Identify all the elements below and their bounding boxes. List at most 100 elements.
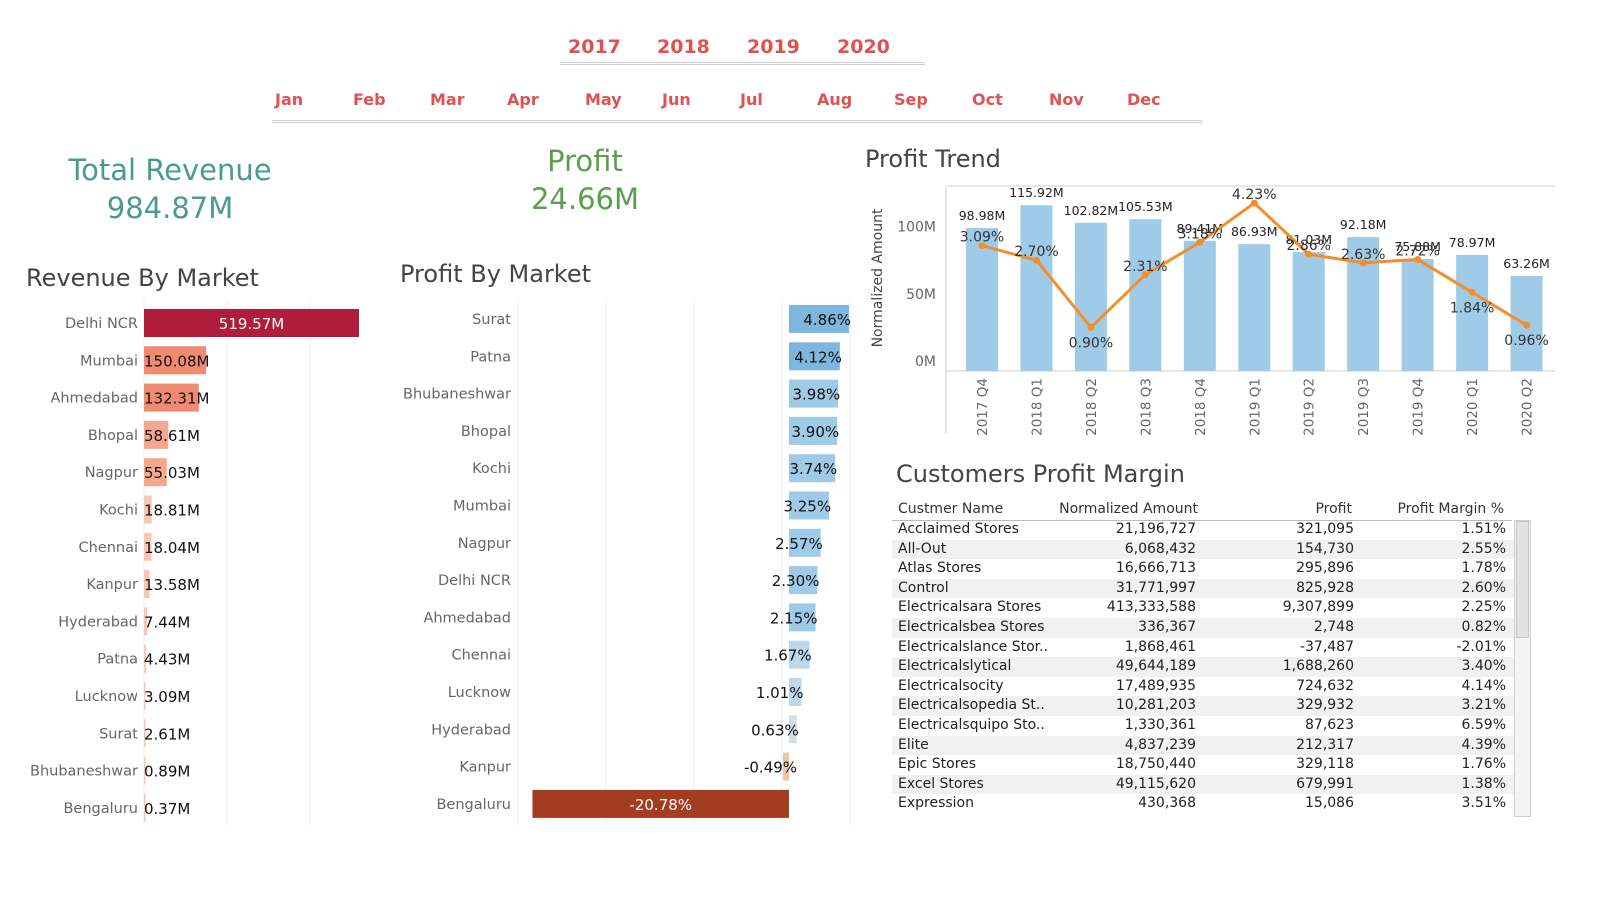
cell-profit-margin: 3.40% [1461, 658, 1506, 675]
column-header-normalized-amount[interactable]: Normalized Amount [1059, 501, 1198, 517]
cell-profit-margin: 1.76% [1461, 756, 1506, 773]
column-header-profit[interactable]: Profit [1315, 501, 1352, 517]
profit-margin-label: 0.96% [1504, 333, 1548, 349]
table-row[interactable]: Acclaimed Stores 21,196,727 321,095 1.51% [892, 520, 1514, 540]
month-filter-item[interactable]: Feb [353, 90, 386, 109]
cell-profit-margin: 1.51% [1461, 521, 1506, 537]
table-row[interactable]: Epic Stores 18,750,440 329,118 1.76% [892, 755, 1514, 775]
trend-bar [1292, 252, 1325, 371]
total-revenue-title: Total Revenue [68, 153, 272, 187]
table-row[interactable]: Electricalsquipo Sto.. 1,330,361 87,623 6.5… [892, 716, 1514, 736]
profit-value: 24.66M [530, 182, 640, 216]
year-filter-item[interactable]: 2020 [837, 36, 890, 58]
market-label: Mumbai [453, 499, 511, 515]
x-tick-label: 2020 Q1 [1465, 378, 1481, 436]
cell-profit-margin: 1.38% [1461, 775, 1506, 792]
y-tick-label: 0M [915, 354, 936, 370]
revenue-value-label: 58.61M [144, 427, 200, 445]
x-tick-label: 2019 Q4 [1411, 378, 1427, 436]
cell-customer-name: Elite [898, 736, 929, 753]
table-row[interactable]: Expression 430,368 15,086 3.51% [892, 794, 1514, 814]
month-filter-item[interactable]: Mar [430, 90, 465, 109]
revenue-value-label: 13.58M [144, 576, 200, 594]
profit-margin-label: 4.23% [1232, 187, 1276, 203]
profit-trend-title: Profit Trend [865, 145, 1001, 173]
cell-normalized-amount: 49,644,189 [1115, 658, 1196, 675]
profit-value-label: 3.74% [790, 460, 838, 478]
month-filter-item[interactable]: Jan [275, 90, 303, 109]
profit-value-label: 3.90% [791, 423, 839, 441]
cell-profit: 329,932 [1296, 697, 1354, 714]
month-filter-item[interactable]: Oct [972, 90, 1003, 109]
trend-bar [1020, 205, 1053, 371]
cell-profit: 154,730 [1296, 540, 1354, 557]
market-label: Kanpur [459, 760, 511, 776]
profit-trend-chart: Normalized Amount 0M 50M 100M 98.98M 2017 Q4 1… [870, 185, 1555, 436]
cell-profit: -37,487 [1299, 638, 1354, 655]
cell-profit-margin: -2.01% [1456, 638, 1506, 655]
column-header-profit-margin[interactable]: Profit Margin % [1397, 501, 1504, 517]
x-tick-label: 2017 Q4 [975, 378, 991, 436]
cell-profit-margin: 4.14% [1461, 677, 1506, 694]
revenue-value-label: 4.43M [144, 651, 190, 669]
cell-customer-name: Control [898, 579, 949, 596]
y-tick-label: 100M [897, 220, 936, 236]
table-row[interactable]: Electricalsopedia St.. 10,281,203 329,932 3… [892, 696, 1514, 716]
month-filter-item[interactable]: Jun [662, 90, 691, 109]
market-label: Bengaluru [63, 801, 138, 817]
table-scrollbar[interactable] [1514, 520, 1531, 817]
table-row[interactable]: All-Out 6,068,432 154,730 2.55% [892, 539, 1514, 560]
table-row[interactable]: Control 31,771,997 825,928 2.60% [892, 578, 1514, 599]
month-filter-item[interactable]: Aug [817, 90, 852, 109]
cell-normalized-amount: 17,489,935 [1115, 677, 1196, 694]
profit-value-label: 4.86% [803, 311, 851, 329]
profit-margin-label: 1.84% [1450, 300, 1494, 316]
profit-margin-label: 0.90% [1069, 335, 1113, 351]
year-filter-item[interactable]: 2019 [747, 36, 800, 58]
column-header-customer-name[interactable]: Custmer Name [898, 501, 1003, 517]
revenue-by-market-chart: Delhi NCR 519.57M Mumbai 150.08M Ahmedabad 13… [30, 300, 359, 825]
month-filter-item[interactable]: Dec [1127, 90, 1161, 109]
cell-profit-margin: 2.55% [1461, 540, 1506, 557]
market-label: Ahmedabad [423, 610, 511, 626]
cell-customer-name: Electricalsbea Stores [898, 618, 1045, 635]
month-filter-item[interactable]: May [585, 90, 622, 109]
table-row[interactable]: Electricalsara Stores 413,333,588 9,307,89… [892, 598, 1514, 618]
month-filter-item[interactable]: Jul [740, 90, 763, 109]
revenue-value-label: 18.04M [144, 539, 200, 557]
cell-customer-name: Electricalslance Stor.. [898, 638, 1049, 655]
table-row[interactable]: Electricalslance Stor.. 1,868,461 -37,487 -… [892, 638, 1514, 658]
market-label: Surat [472, 312, 511, 328]
table-scroll-thumb[interactable] [1516, 521, 1529, 638]
profit-title: Profit [547, 144, 623, 178]
month-filter-item[interactable]: Apr [507, 90, 539, 109]
table-row[interactable]: Electricalslytical 49,644,189 1,688,260 3.4… [892, 657, 1514, 677]
revenue-value-label: 132.31M [144, 390, 209, 408]
cell-profit: 87,623 [1305, 716, 1354, 733]
cell-normalized-amount: 1,330,361 [1124, 716, 1196, 733]
table-row[interactable]: Excel Stores 49,115,620 679,991 1.38% [892, 774, 1514, 795]
table-header: Custmer Name Normalized Amount Profit Pr… [892, 500, 1512, 521]
cell-profit: 295,896 [1296, 560, 1354, 577]
table-row[interactable]: Electricalsocity 17,489,935 724,632 4.14% [892, 677, 1514, 697]
revenue-value-label: 3.09M [144, 688, 190, 706]
profit-value-label: -0.49% [744, 759, 797, 777]
table-row[interactable]: Elite 4,837,239 212,317 4.39% [892, 735, 1514, 756]
profit-margin-label: 3.09% [960, 230, 1004, 246]
cell-customer-name: Electricalslytical [898, 658, 1012, 675]
cell-normalized-amount: 10,281,203 [1115, 697, 1196, 714]
profit-margin-label: 3.18% [1178, 226, 1222, 242]
table-row[interactable]: Atlas Stores 16,666,713 295,896 1.78% [892, 559, 1514, 579]
market-label: Bhubaneshwar [30, 764, 138, 780]
month-filter-item[interactable]: Nov [1049, 90, 1084, 109]
month-filter-item[interactable]: Sep [894, 90, 928, 109]
customers-profit-margin-title: Customers Profit Margin [896, 460, 1185, 488]
customers-profit-margin-table: Custmer Name Normalized Amount Profit Pr… [892, 500, 1532, 820]
year-filter-item[interactable]: 2018 [657, 36, 710, 58]
market-label: Hyderabad [431, 722, 511, 738]
table-row[interactable]: Electricalsbea Stores 336,367 2,748 0.82% [892, 617, 1514, 638]
cell-customer-name: Acclaimed Stores [898, 521, 1019, 537]
x-tick-label: 2018 Q1 [1029, 378, 1045, 436]
year-filter-item[interactable]: 2017 [568, 36, 621, 58]
cell-profit-margin: 3.51% [1461, 795, 1506, 812]
